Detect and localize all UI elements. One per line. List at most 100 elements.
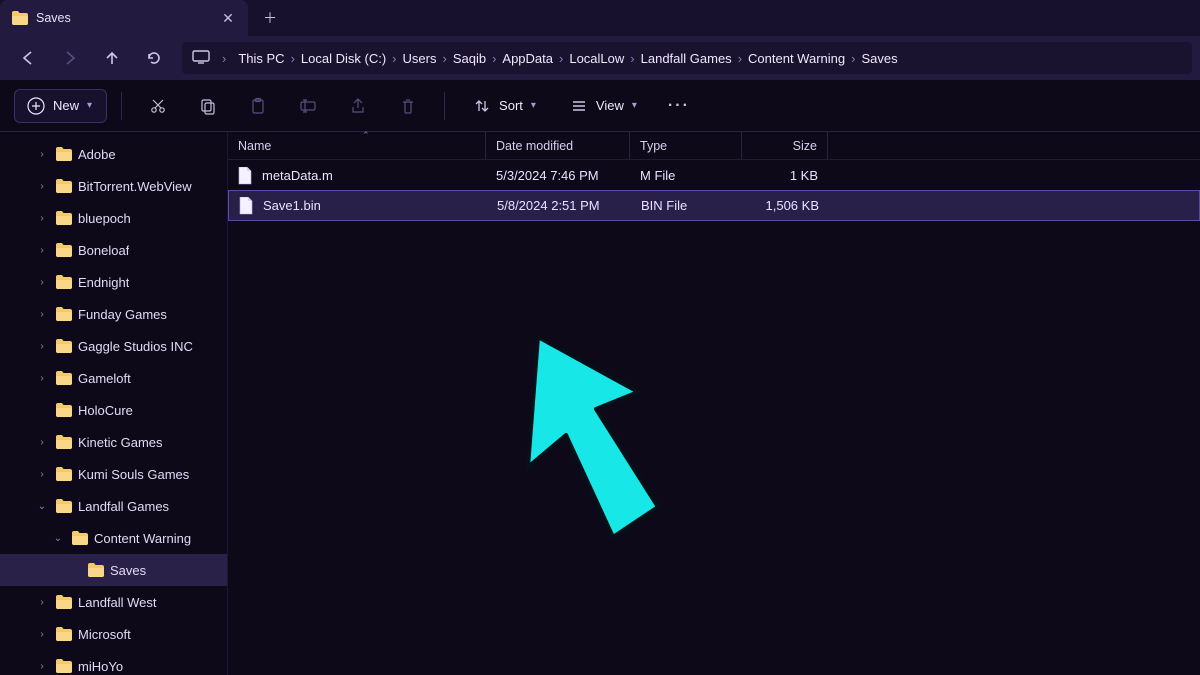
view-button[interactable]: View ▾ [556,89,651,123]
file-type: BIN File [631,198,743,213]
folder-icon [56,403,72,417]
file-row[interactable]: Save1.bin5/8/2024 2:51 PMBIN File1,506 K… [228,190,1200,221]
breadcrumb-segment[interactable]: LocalLow [569,51,624,66]
monitor-icon [192,50,210,67]
chevron-right-icon[interactable]: › [34,661,50,672]
chevron-right-icon[interactable]: › [34,277,50,288]
tree-item-label: Endnight [78,275,129,290]
chevron-right-icon[interactable]: › [34,181,50,192]
folder-tree[interactable]: › Adobe › BitTorrent.WebView › bluepoch ›Bonel… [0,132,228,675]
breadcrumb-segment[interactable]: Content Warning [748,51,845,66]
up-button[interactable] [92,42,132,74]
chevron-down-icon[interactable]: ⌄ [50,533,66,544]
chevron-right-icon[interactable]: › [34,213,50,224]
folder-icon [56,371,72,385]
tree-item[interactable]: Saves [0,554,227,586]
more-button[interactable]: ··· [657,89,701,123]
address-bar[interactable]: › This PC›Local Disk (C:)›Users›Saqib›Ap… [182,42,1192,74]
tree-item[interactable]: ›Kinetic Games [0,426,227,458]
chevron-right-icon[interactable]: › [34,245,50,256]
tree-item-label: HoloCure [78,403,133,418]
folder-icon [56,211,72,225]
folder-icon [56,275,72,289]
tree-item-label: bluepoch [78,211,131,226]
tree-item-label: Adobe [78,147,116,162]
folder-icon [56,243,72,257]
share-button[interactable] [336,89,380,123]
annotation-arrow [518,327,688,537]
tree-item-label: BitTorrent.WebView [78,179,192,194]
breadcrumb-segment[interactable]: Saqib [453,51,486,66]
folder-icon [56,499,72,513]
tree-item[interactable]: ⌄Content Warning [0,522,227,554]
tree-item[interactable]: ›Kumi Souls Games [0,458,227,490]
cut-button[interactable] [136,89,180,123]
tree-item-label: Gaggle Studios INC [78,339,193,354]
chevron-right-icon[interactable]: › [34,597,50,608]
window-tab[interactable]: Saves ✕ [0,0,248,36]
file-date: 5/3/2024 7:46 PM [486,168,630,183]
tree-item[interactable]: ›Landfall West [0,586,227,618]
tree-item[interactable]: ›Gameloft [0,362,227,394]
chevron-down-icon: ▾ [87,100,92,111]
tree-item[interactable]: › Gaggle Studios INC [0,330,227,362]
rename-button[interactable] [286,89,330,123]
column-type[interactable]: Type [630,132,742,159]
paste-button[interactable] [236,89,280,123]
tree-item[interactable]: › miHoYo [0,650,227,675]
folder-icon [12,11,28,25]
tree-item[interactable]: › BitTorrent.WebView [0,170,227,202]
new-tab-button[interactable]: ＋ [248,0,292,36]
forward-button[interactable] [50,42,90,74]
tree-item[interactable]: › Endnight [0,266,227,298]
file-size: 1,506 KB [743,198,829,213]
file-row[interactable]: metaData.m5/3/2024 7:46 PMM File1 KB [228,160,1200,191]
chevron-right-icon: › [559,51,563,66]
back-button[interactable] [8,42,48,74]
folder-icon [56,659,72,673]
chevron-right-icon[interactable]: › [34,437,50,448]
tree-item[interactable]: › bluepoch [0,202,227,234]
tree-item-label: miHoYo [78,659,123,674]
column-date[interactable]: Date modified [486,132,630,159]
chevron-down-icon: ▾ [632,100,637,111]
column-size[interactable]: Size [742,132,828,159]
chevron-right-icon[interactable]: › [34,469,50,480]
chevron-right-icon[interactable]: › [34,149,50,160]
tree-item[interactable]: ›Boneloaf [0,234,227,266]
tree-item[interactable]: › Funday Games [0,298,227,330]
tree-item[interactable]: HoloCure [0,394,227,426]
chevron-right-icon: › [630,51,634,66]
chevron-right-icon[interactable]: › [34,309,50,320]
collapse-caret-icon[interactable]: ⌃ [362,130,370,141]
new-button[interactable]: New ▾ [14,89,107,123]
breadcrumb-segment[interactable]: Users [403,51,437,66]
refresh-button[interactable] [134,42,174,74]
tree-item[interactable]: › Adobe [0,138,227,170]
chevron-right-icon[interactable]: › [34,373,50,384]
chevron-down-icon[interactable]: ⌄ [34,501,50,512]
chevron-right-icon: › [738,51,742,66]
delete-button[interactable] [386,89,430,123]
breadcrumb-segment[interactable]: This PC [238,51,284,66]
chevron-right-icon[interactable]: › [34,629,50,640]
folder-icon [72,531,88,545]
folder-icon [56,467,72,481]
tree-item-label: Funday Games [78,307,167,322]
copy-button[interactable] [186,89,230,123]
chevron-right-icon[interactable]: › [34,341,50,352]
tree-item[interactable]: ›Microsoft [0,618,227,650]
close-tab-button[interactable]: ✕ [214,4,242,32]
folder-icon [56,339,72,353]
sort-button[interactable]: Sort ▾ [459,89,550,123]
breadcrumb-segment[interactable]: Landfall Games [641,51,732,66]
column-name[interactable]: Name [228,132,486,159]
column-headers[interactable]: Name Date modified Type Size [228,132,1200,160]
breadcrumb-segment[interactable]: Local Disk (C:) [301,51,386,66]
chevron-down-icon: ▾ [531,100,536,111]
breadcrumb-segment[interactable]: Saves [861,51,897,66]
tree-item[interactable]: ⌄Landfall Games [0,490,227,522]
file-list: ⌃ Name Date modified Type Size metaData.… [228,132,1200,675]
breadcrumb-segment[interactable]: AppData [502,51,553,66]
file-type: M File [630,168,742,183]
